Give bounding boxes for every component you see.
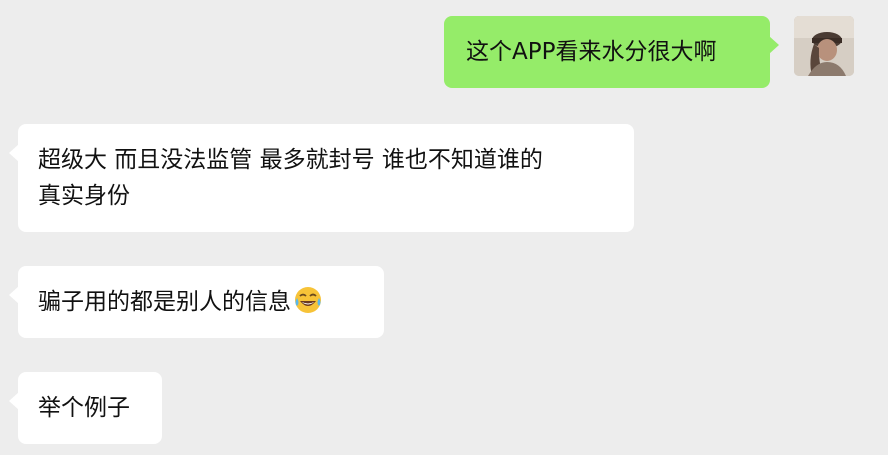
message-bubble-outgoing[interactable]: 这个APP看来水分很大啊	[444, 16, 779, 88]
message-text: 骗子用的都是别人的信息	[38, 289, 291, 315]
message-text: 举个例子	[38, 395, 130, 421]
tears-of-joy-emoji-icon	[295, 287, 321, 313]
message-text: 这个APP看来水分很大啊	[466, 39, 717, 65]
message-text-line: 真实身份	[38, 183, 130, 209]
chat-view: 这个APP看来水分很大啊 超级大 而且没法监管 最多就封号 谁也不知道谁的 真实…	[0, 0, 888, 455]
message-text-line: 超级大 而且没法监管 最多就封号 谁也不知道谁的	[38, 147, 543, 173]
message-bubble-incoming[interactable]: 举个例子	[9, 372, 162, 444]
message-bubble-incoming[interactable]: 骗子用的都是别人的信息	[9, 266, 384, 338]
message-text-line: 骗子用的都是别人的信息	[38, 284, 384, 320]
user-avatar-photo-icon	[794, 16, 854, 76]
user-avatar[interactable]	[794, 16, 854, 76]
message-bubble-incoming[interactable]: 超级大 而且没法监管 最多就封号 谁也不知道谁的 真实身份	[9, 124, 634, 232]
